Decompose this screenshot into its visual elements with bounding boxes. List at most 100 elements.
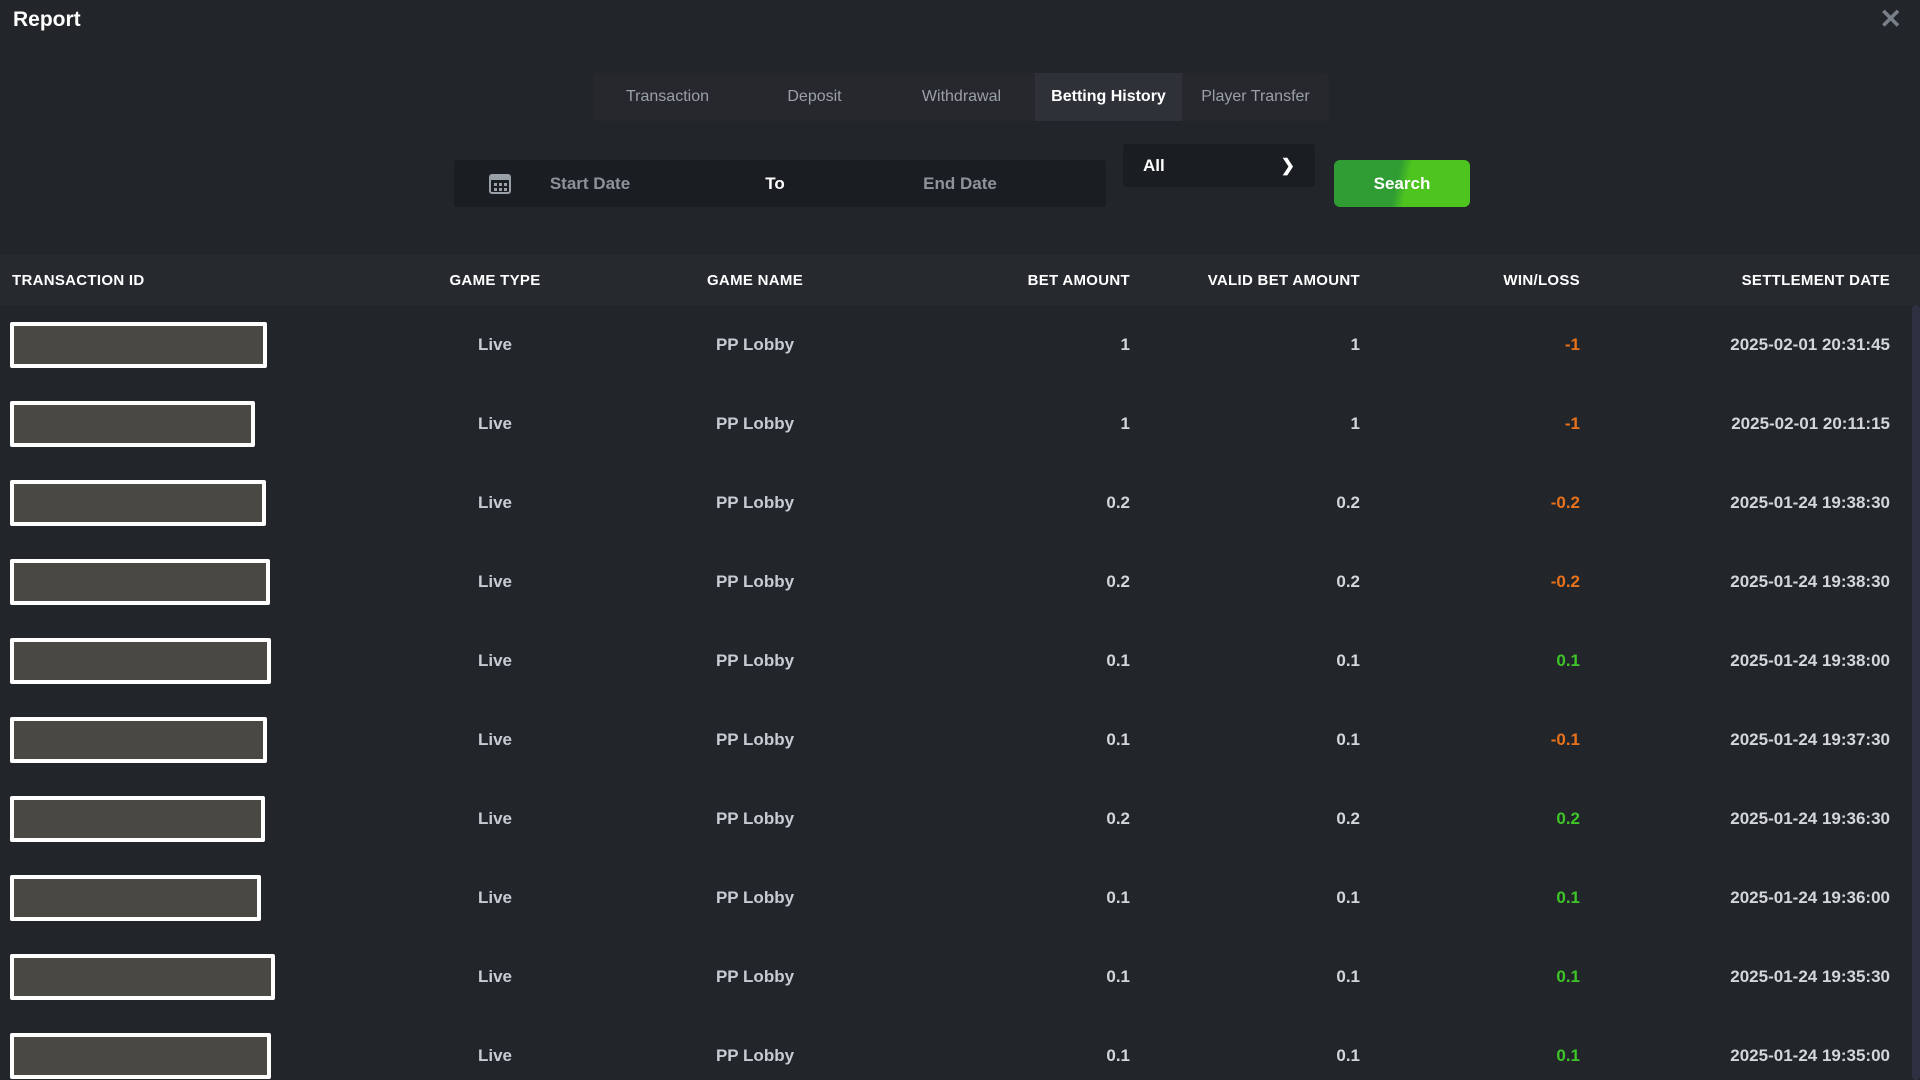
game-name-cell: PP Lobby	[610, 1046, 900, 1066]
valid-bet-amount-cell: 1	[1130, 335, 1360, 355]
win-loss-cell: 0.1	[1360, 967, 1580, 987]
column-header-game-name: GAME NAME	[610, 272, 900, 289]
bet-amount-cell: 0.1	[900, 651, 1130, 671]
table-row: LivePP Lobby0.10.10.12025-01-24 19:35:00	[0, 1016, 1920, 1080]
table-row: LivePP Lobby0.10.10.12025-01-24 19:38:00	[0, 621, 1920, 700]
win-loss-cell: -1	[1360, 414, 1580, 434]
column-header-valid-bet-amount: VALID BET AMOUNT	[1130, 272, 1360, 289]
bet-amount-cell: 0.1	[900, 1046, 1130, 1066]
valid-bet-amount-cell: 0.2	[1130, 572, 1360, 592]
bet-amount-cell: 0.1	[900, 967, 1130, 987]
vertical-scrollbar[interactable]	[1912, 305, 1920, 1080]
bet-amount-cell: 0.2	[900, 493, 1130, 513]
settlement-date-cell: 2025-01-24 19:35:00	[1580, 1046, 1890, 1066]
settlement-date-cell: 2025-01-24 19:35:30	[1580, 967, 1890, 987]
win-loss-cell: -0.2	[1360, 572, 1580, 592]
end-date-input[interactable]: End Date	[923, 174, 997, 194]
game-type-cell: Live	[380, 809, 610, 829]
transaction-id-cell	[0, 717, 380, 763]
table-row: LivePP Lobby0.20.2-0.22025-01-24 19:38:3…	[0, 542, 1920, 621]
valid-bet-amount-cell: 0.1	[1130, 730, 1360, 750]
table-row: LivePP Lobby0.20.2-0.22025-01-24 19:38:3…	[0, 463, 1920, 542]
game-name-cell: PP Lobby	[610, 335, 900, 355]
game-name-cell: PP Lobby	[610, 809, 900, 829]
tab-transaction[interactable]: Transaction	[594, 73, 741, 121]
transaction-id-redacted	[10, 480, 266, 526]
win-loss-cell: 0.1	[1360, 651, 1580, 671]
tab-deposit[interactable]: Deposit	[741, 73, 888, 121]
game-type-cell: Live	[380, 493, 610, 513]
win-loss-cell: 0.1	[1360, 888, 1580, 908]
win-loss-cell: -1	[1360, 335, 1580, 355]
column-header-win-loss: WIN/LOSS	[1360, 272, 1580, 289]
settlement-date-cell: 2025-01-24 19:37:30	[1580, 730, 1890, 750]
transaction-id-cell	[0, 638, 380, 684]
column-header-bet-amount: BET AMOUNT	[900, 272, 1130, 289]
game-type-cell: Live	[380, 335, 610, 355]
game-name-cell: PP Lobby	[610, 651, 900, 671]
tab-betting-history[interactable]: Betting History	[1035, 73, 1182, 121]
game-name-cell: PP Lobby	[610, 888, 900, 908]
table-row: LivePP Lobby11-12025-02-01 20:11:15	[0, 384, 1920, 463]
valid-bet-amount-cell: 1	[1130, 414, 1360, 434]
table-header: TRANSACTION IDGAME TYPEGAME NAMEBET AMOU…	[0, 255, 1920, 305]
column-header-game-type: GAME TYPE	[380, 272, 610, 289]
date-range-to-label: To	[765, 174, 785, 194]
game-type-cell: Live	[380, 1046, 610, 1066]
bet-amount-cell: 0.2	[900, 809, 1130, 829]
bet-amount-cell: 0.1	[900, 730, 1130, 750]
close-icon[interactable]: ✕	[1879, 6, 1902, 33]
table-row: LivePP Lobby11-12025-02-01 20:31:45	[0, 305, 1920, 384]
valid-bet-amount-cell: 0.1	[1130, 967, 1360, 987]
transaction-id-redacted	[10, 322, 267, 368]
game-type-dropdown[interactable]: All ❯	[1123, 144, 1315, 187]
bet-amount-cell: 0.1	[900, 888, 1130, 908]
game-name-cell: PP Lobby	[610, 414, 900, 434]
transaction-id-cell	[0, 875, 380, 921]
game-type-cell: Live	[380, 572, 610, 592]
table-row: LivePP Lobby0.20.20.22025-01-24 19:36:30	[0, 779, 1920, 858]
transaction-id-redacted	[10, 717, 267, 763]
transaction-id-cell	[0, 322, 380, 368]
tab-bar: TransactionDepositWithdrawalBetting Hist…	[594, 73, 1329, 121]
game-name-cell: PP Lobby	[610, 967, 900, 987]
dropdown-selected-value: All	[1143, 156, 1165, 176]
calendar-icon	[487, 171, 513, 197]
win-loss-cell: -0.2	[1360, 493, 1580, 513]
bet-amount-cell: 1	[900, 335, 1130, 355]
settlement-date-cell: 2025-01-24 19:36:00	[1580, 888, 1890, 908]
transaction-id-cell	[0, 480, 380, 526]
tab-player-transfer[interactable]: Player Transfer	[1182, 73, 1329, 121]
date-range-picker[interactable]: Start Date To End Date	[454, 160, 1106, 207]
settlement-date-cell: 2025-01-24 19:38:00	[1580, 651, 1890, 671]
transaction-id-redacted	[10, 401, 255, 447]
win-loss-cell: -0.1	[1360, 730, 1580, 750]
settlement-date-cell: 2025-02-01 20:31:45	[1580, 335, 1890, 355]
transaction-id-redacted	[10, 954, 275, 1000]
game-type-cell: Live	[380, 651, 610, 671]
valid-bet-amount-cell: 0.1	[1130, 1046, 1360, 1066]
win-loss-cell: 0.2	[1360, 809, 1580, 829]
search-button[interactable]: Search	[1334, 160, 1470, 207]
settlement-date-cell: 2025-01-24 19:38:30	[1580, 493, 1890, 513]
column-header-transaction-id: TRANSACTION ID	[0, 272, 380, 289]
start-date-input[interactable]: Start Date	[550, 174, 630, 194]
transaction-id-redacted	[10, 796, 265, 842]
settlement-date-cell: 2025-02-01 20:11:15	[1580, 414, 1890, 434]
game-name-cell: PP Lobby	[610, 730, 900, 750]
transaction-id-cell	[0, 559, 380, 605]
valid-bet-amount-cell: 0.1	[1130, 888, 1360, 908]
transaction-id-cell	[0, 1033, 380, 1079]
column-header-settlement-date: SETTLEMENT DATE	[1580, 272, 1890, 289]
bet-amount-cell: 1	[900, 414, 1130, 434]
bet-amount-cell: 0.2	[900, 572, 1130, 592]
game-type-cell: Live	[380, 967, 610, 987]
transaction-id-redacted	[10, 559, 270, 605]
valid-bet-amount-cell: 0.1	[1130, 651, 1360, 671]
game-type-cell: Live	[380, 414, 610, 434]
valid-bet-amount-cell: 0.2	[1130, 809, 1360, 829]
tab-withdrawal[interactable]: Withdrawal	[888, 73, 1035, 121]
transaction-id-redacted	[10, 638, 271, 684]
table-body: LivePP Lobby11-12025-02-01 20:31:45LiveP…	[0, 305, 1920, 1080]
chevron-right-icon: ❯	[1281, 156, 1295, 176]
